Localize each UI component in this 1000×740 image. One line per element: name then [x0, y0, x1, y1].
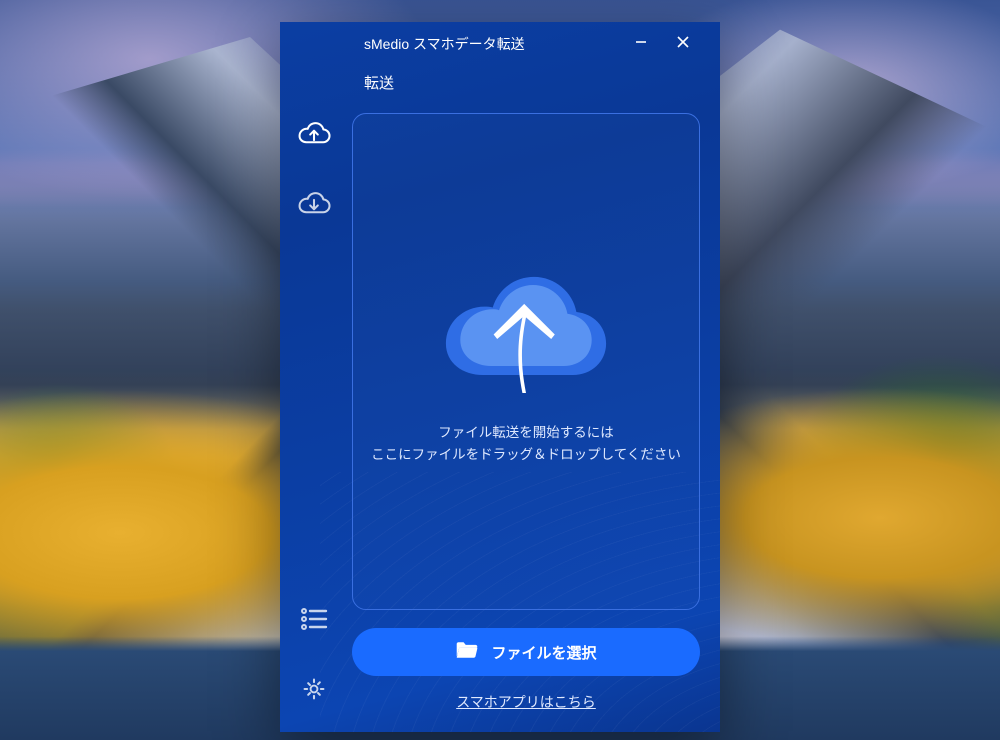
sidebar-item-upload[interactable]: [290, 114, 338, 160]
drop-zone-line2: ここにファイルをドラッグ＆ドロップしてください: [371, 444, 681, 466]
sidebar-item-settings[interactable]: [290, 668, 338, 714]
close-button[interactable]: [666, 29, 700, 59]
gear-icon: [300, 677, 328, 706]
minimize-icon: [635, 35, 647, 53]
drop-zone[interactable]: ファイル転送を開始するには ここにファイルをドラッグ＆ドロップしてください: [352, 113, 700, 610]
close-icon: [677, 35, 689, 53]
drop-zone-message: ファイル転送を開始するには ここにファイルをドラッグ＆ドロップしてください: [371, 422, 681, 465]
app-window: sMedio スマホデータ転送 転送 ファイル転送を開始するには ここにファ: [280, 22, 720, 732]
folder-open-icon: [455, 640, 479, 664]
smartphone-app-link[interactable]: スマホアプリはこちら: [352, 692, 700, 712]
sidebar-item-download[interactable]: [290, 184, 338, 230]
sidebar: [280, 22, 348, 732]
cloud-upload-illustration-icon: [436, 258, 616, 408]
titlebar: sMedio スマホデータ転送: [352, 22, 700, 66]
tab-row: 転送: [352, 66, 700, 113]
sidebar-item-history[interactable]: [290, 598, 338, 644]
cloud-download-icon: [297, 191, 331, 224]
window-title: sMedio スマホデータ転送: [364, 34, 616, 54]
minimize-button[interactable]: [624, 29, 658, 59]
list-icon: [300, 607, 328, 636]
tab-transfer[interactable]: 転送: [364, 72, 394, 99]
select-file-label: ファイルを選択: [491, 642, 596, 663]
cloud-upload-icon: [297, 121, 331, 154]
drop-zone-line1: ファイル転送を開始するには: [371, 422, 681, 444]
main-panel: sMedio スマホデータ転送 転送 ファイル転送を開始するには ここにファ: [348, 22, 720, 732]
select-file-button[interactable]: ファイルを選択: [352, 628, 700, 676]
